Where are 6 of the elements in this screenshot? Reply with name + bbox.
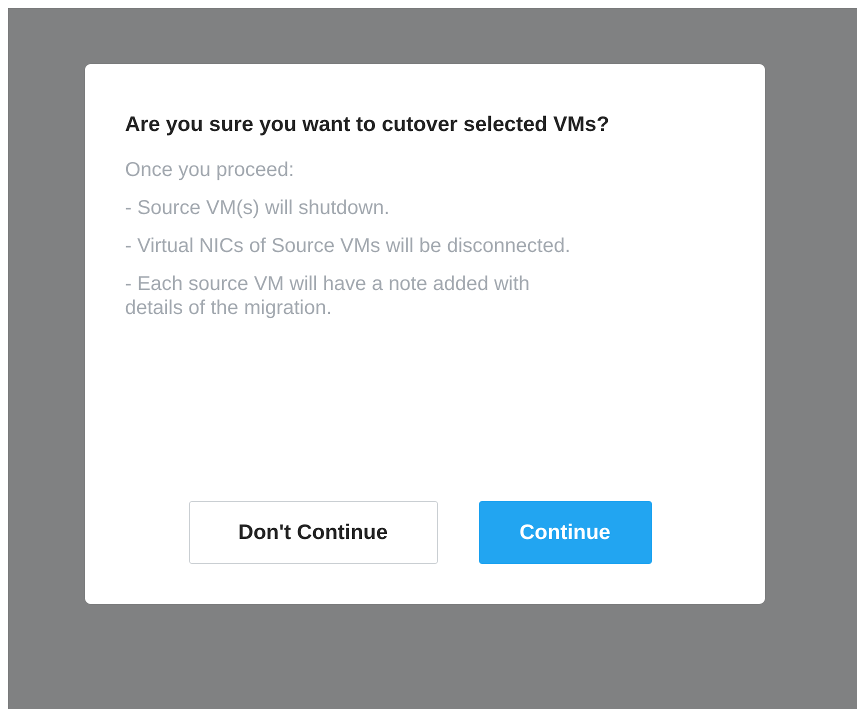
cancel-button[interactable]: Don't Continue <box>188 501 438 564</box>
dialog-title: Are you sure you want to cutover selected VMs? <box>125 112 610 138</box>
message-text: - Source VM(s) will shutdown. <box>125 196 391 220</box>
message-text: - Virtual NICs of Source VMs will be disconnected. <box>125 234 572 258</box>
message-text: Once you proceed: <box>125 158 295 182</box>
message-text: - Each source VM will have a note added with details of the migration. <box>125 272 531 320</box>
